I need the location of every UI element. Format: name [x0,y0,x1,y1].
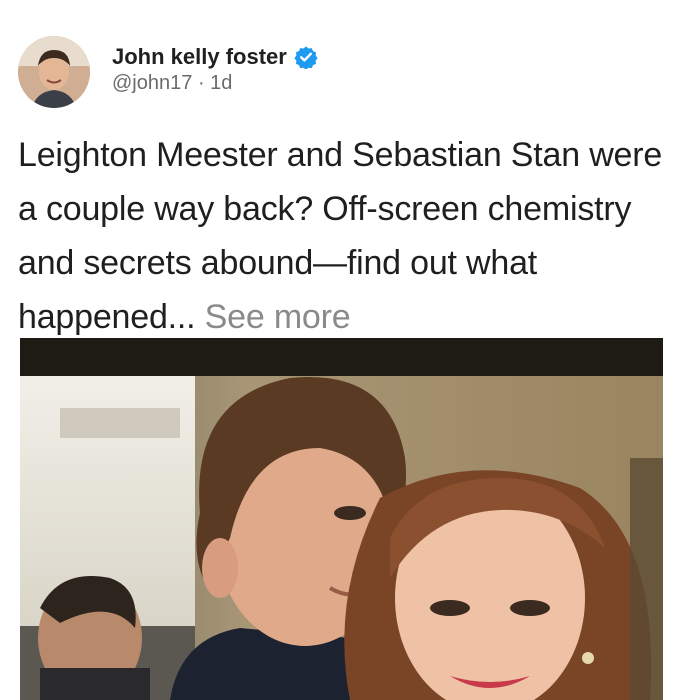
avatar-photo-icon [18,36,90,108]
meta-separator: · [197,71,211,94]
photo-image-icon [20,338,663,700]
author-handle[interactable]: @john17 [112,72,192,94]
post-header: John kelly foster @john17 · 1d [18,36,318,108]
post-photo[interactable] [20,338,663,700]
see-more-link[interactable]: See more [205,298,351,336]
verified-badge-icon [294,45,318,70]
author-meta: John kelly foster @john17 · 1d [112,44,318,95]
post-time[interactable]: 1d [210,72,232,94]
author-name-row: John kelly foster [112,44,318,70]
post-text: Leighton Meester and Sebastian Stan were… [18,128,688,344]
author-name[interactable]: John kelly foster [112,44,287,70]
author-handle-row: @john17 · 1d [112,72,318,95]
author-avatar[interactable] [18,36,90,108]
